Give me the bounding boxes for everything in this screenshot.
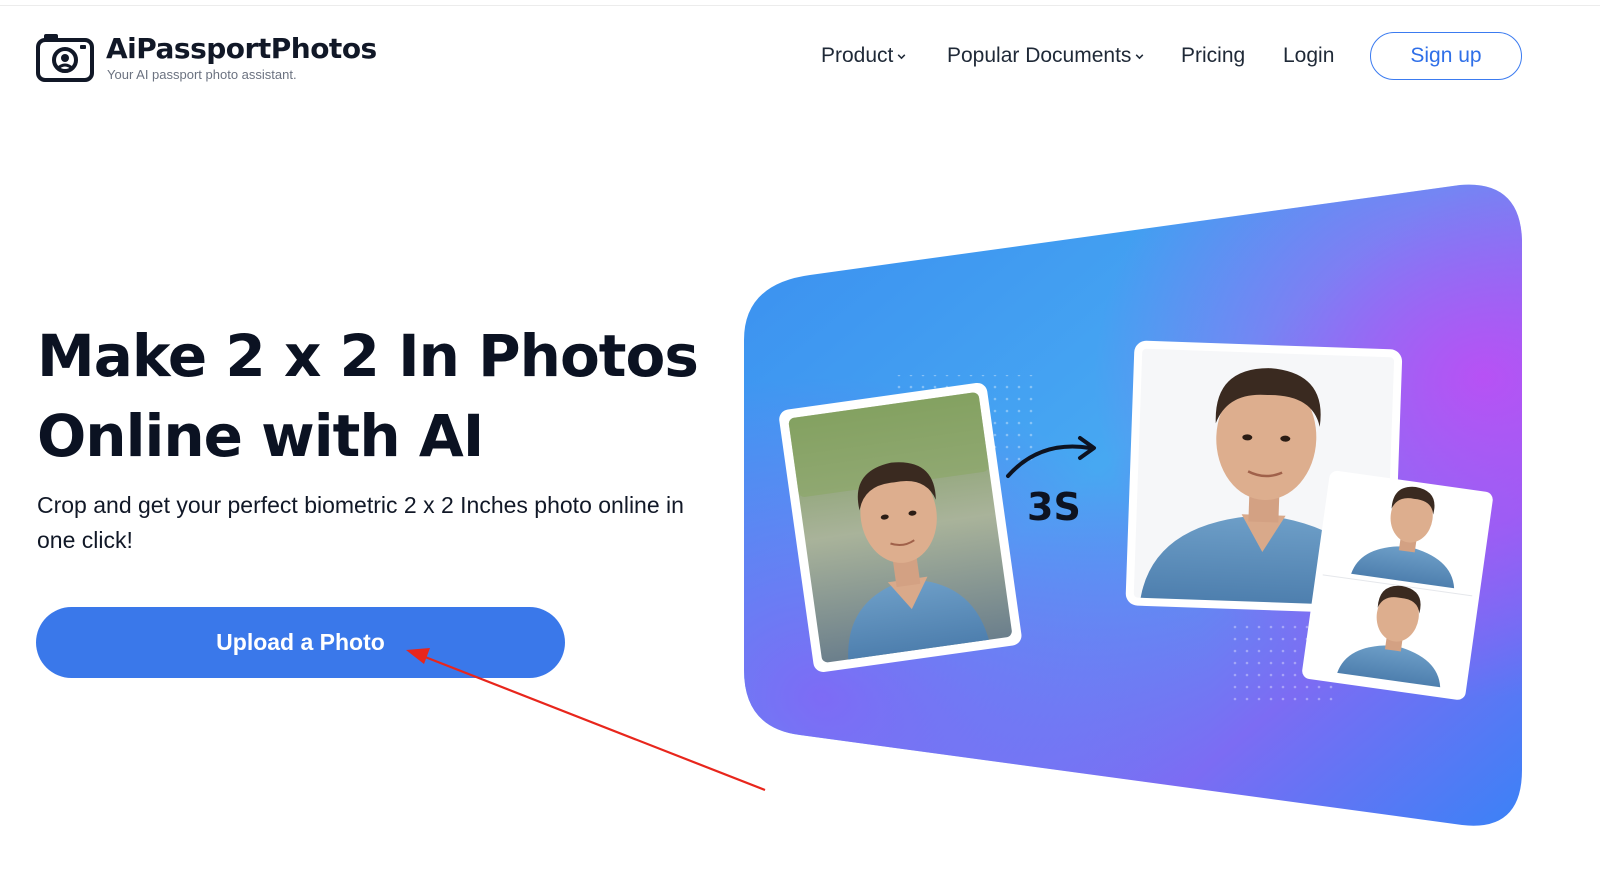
hero-illustration: 3S xyxy=(740,180,1530,840)
nav-item-label: Pricing xyxy=(1181,44,1246,67)
nav-item-label: Popular Documents xyxy=(947,44,1132,67)
nav-item-popular-documents[interactable]: Popular Documents xyxy=(947,44,1145,68)
nav-item-product[interactable]: Product xyxy=(821,44,907,68)
hero-subtitle: Crop and get your perfect biometric 2 x … xyxy=(37,492,684,553)
hero-title: Make 2 x 2 In Photos Online with AI xyxy=(37,316,737,476)
hero-title-line: Make 2 x 2 In Photos xyxy=(37,322,699,390)
upload-photo-button[interactable]: Upload a Photo xyxy=(36,607,565,678)
print-sheet xyxy=(1302,470,1493,700)
hero-title-line: Online with AI xyxy=(37,402,484,470)
nav-item-label: Product xyxy=(821,44,894,67)
chevron-down-icon xyxy=(1136,53,1144,59)
top-border xyxy=(0,0,1600,6)
main-nav: Product Popular Documents Pricing Login … xyxy=(0,32,1600,82)
chevron-down-icon xyxy=(898,53,906,59)
signup-button[interactable]: Sign up xyxy=(1370,32,1522,80)
nav-item-pricing[interactable]: Pricing xyxy=(1181,44,1245,68)
nav-item-login[interactable]: Login xyxy=(1283,44,1334,68)
original-photo xyxy=(779,382,1022,673)
nav-item-label: Login xyxy=(1283,44,1335,67)
timing-label: 3S xyxy=(1027,485,1081,529)
